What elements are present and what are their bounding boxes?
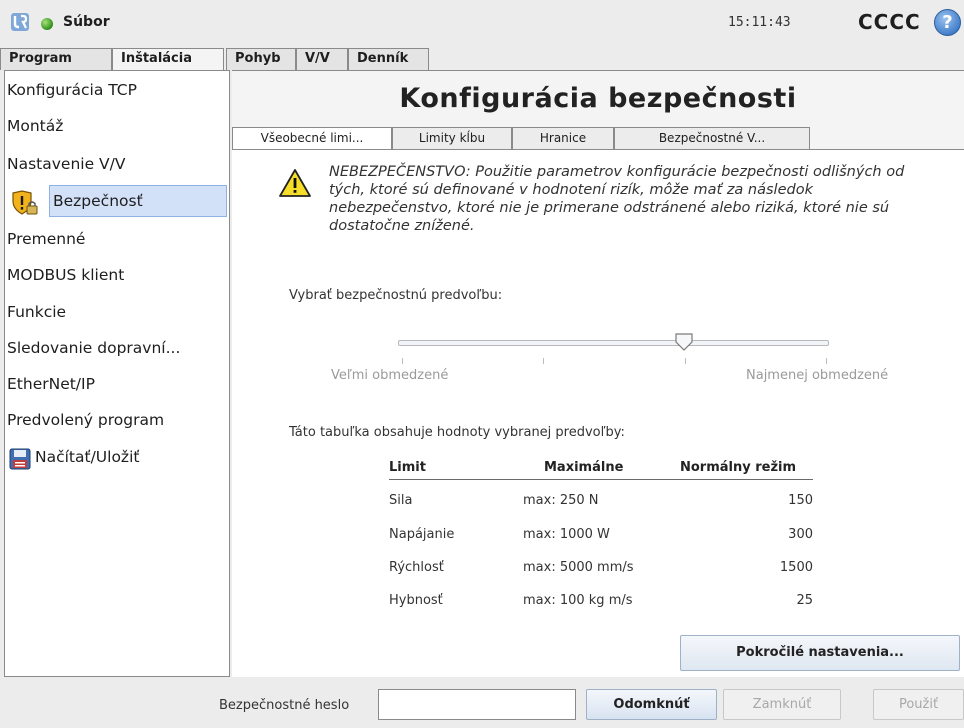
slider-max-label: Najmenej obmedzené <box>746 368 889 383</box>
sidebar-item-modbus-client[interactable]: MODBUS klient <box>5 261 229 291</box>
table-caption: Táto tabuľka obsahuje hodnoty vybranej p… <box>289 425 625 440</box>
lock-button[interactable]: Zamknúť <box>723 689 841 720</box>
sidebar-item-safety[interactable]: Bezpečnosť <box>5 184 229 220</box>
sidebar-item-default-program[interactable]: Predvolený program <box>5 406 229 436</box>
tab-boundaries[interactable]: Hranice <box>512 127 614 149</box>
unlock-button[interactable]: Odomknúť <box>586 689 717 720</box>
sidebar-item-io-setup[interactable]: Nastavenie V/V <box>5 150 229 180</box>
sidebar-item-label: Predvolený program <box>7 411 165 429</box>
sidebar-item-tcp-config[interactable]: Konfigurácia TCP <box>5 76 229 106</box>
tab-program[interactable]: Program <box>0 48 112 70</box>
sidebar-item-label: MODBUS klient <box>7 266 125 284</box>
ur-logo-icon <box>11 13 29 31</box>
sidebar-item-ethernet-ip[interactable]: EtherNet/IP <box>5 370 229 400</box>
slider-tick <box>685 358 686 364</box>
tab-safety-io[interactable]: Bezpečnostné V... <box>614 127 810 149</box>
sidebar-item-label: Montáž <box>7 117 64 135</box>
page-title: Konfigurácia bezpečnosti <box>399 83 797 114</box>
floppy-disk-icon <box>9 448 31 470</box>
bottom-bar: Bezpečnostné heslo Odomknúť Zamknúť Použ… <box>0 680 964 728</box>
limit-name: Sila <box>389 493 413 508</box>
column-header-normal-mode: Normálny režim <box>680 460 797 475</box>
shield-lock-icon <box>12 190 38 215</box>
limit-max: max: 5000 mm/s <box>523 560 634 575</box>
preset-label: Vybrať bezpečnostnú predvoľbu: <box>289 288 503 303</box>
limit-normal: 25 <box>796 593 813 608</box>
preset-slider-handle[interactable] <box>675 333 693 351</box>
robot-name: CCCC <box>858 10 921 34</box>
column-header-limit: Limit <box>389 460 426 475</box>
safety-password-input[interactable] <box>378 689 576 720</box>
safety-tab-bar: Všeobecné limi... Limity kĺbu Hranice Be… <box>232 127 964 150</box>
slider-tick <box>826 358 827 364</box>
tab-pohyb[interactable]: Pohyb <box>226 48 296 70</box>
slider-tick <box>402 358 403 364</box>
limit-normal: 1500 <box>779 560 813 575</box>
sidebar-item-features[interactable]: Funkcie <box>5 298 229 328</box>
tab-vv[interactable]: V/V <box>296 48 348 70</box>
slider-min-label: Veľmi obmedzené <box>331 368 449 383</box>
file-menu[interactable]: Súbor <box>63 14 110 30</box>
limit-normal: 300 <box>788 527 813 542</box>
sidebar-item-label: Funkcie <box>7 303 67 321</box>
main-tab-bar: Program Inštalácia Pohyb V/V Denník <box>0 48 964 71</box>
clock: 15:11:43 <box>728 15 791 30</box>
safety-config-panel: Konfigurácia bezpečnosti Všeobecné limi.… <box>232 70 964 677</box>
limit-name: Rýchlosť <box>389 560 444 575</box>
limit-name: Hybnosť <box>389 593 443 608</box>
preset-slider-track[interactable] <box>398 340 829 346</box>
tab-joint-limits[interactable]: Limity kĺbu <box>392 127 512 149</box>
sidebar-item-variables[interactable]: Premenné <box>5 225 229 255</box>
sidebar-item-label: EtherNet/IP <box>7 375 95 393</box>
tab-instalacia[interactable]: Inštalácia <box>112 48 224 71</box>
sidebar-item-label: Nastavenie V/V <box>7 155 126 173</box>
help-icon[interactable]: ? <box>934 9 961 36</box>
sidebar-item-mounting[interactable]: Montáž <box>5 112 229 142</box>
limit-max: max: 100 kg m/s <box>523 593 633 608</box>
general-limits-content: NEBEZPEČENSTVO: Použitie parametrov konf… <box>232 149 964 677</box>
sidebar-item-conveyor-tracking[interactable]: Sledovanie dopravní... <box>5 334 229 364</box>
advanced-settings-button[interactable]: Pokročilé nastavenia... <box>680 635 960 671</box>
installation-sidebar: Konfigurácia TCP Montáž Nastavenie V/V B… <box>4 70 230 677</box>
table-header-divider <box>389 479 813 480</box>
tab-general-limits[interactable]: Všeobecné limi... <box>232 127 392 150</box>
sidebar-item-label: Premenné <box>7 230 86 248</box>
robot-status-icon <box>41 18 53 30</box>
limit-max: max: 250 N <box>523 493 599 508</box>
danger-warning-text: NEBEZPEČENSTVO: Použitie parametrov konf… <box>329 164 905 234</box>
column-header-maximum: Maximálne <box>544 460 624 475</box>
sidebar-item-label: Bezpečnosť <box>53 192 143 210</box>
warning-triangle-icon <box>279 169 311 197</box>
sidebar-item-load-save[interactable]: Načítať/Uložiť <box>5 443 229 473</box>
limit-normal: 150 <box>788 493 813 508</box>
apply-button[interactable]: Použiť <box>873 689 964 720</box>
sidebar-item-label: Sledovanie dopravní... <box>7 339 181 357</box>
limit-name: Napájanie <box>389 527 455 542</box>
safety-password-label: Bezpečnostné heslo <box>219 698 350 713</box>
sidebar-item-label: Konfigurácia TCP <box>7 81 137 99</box>
sidebar-item-label: Načítať/Uložiť <box>35 448 140 466</box>
title-bar: Súbor 15:11:43 CCCC ? <box>0 0 964 47</box>
tab-dennik[interactable]: Denník <box>348 48 429 70</box>
limit-max: max: 1000 W <box>523 527 610 542</box>
slider-tick <box>543 358 544 364</box>
